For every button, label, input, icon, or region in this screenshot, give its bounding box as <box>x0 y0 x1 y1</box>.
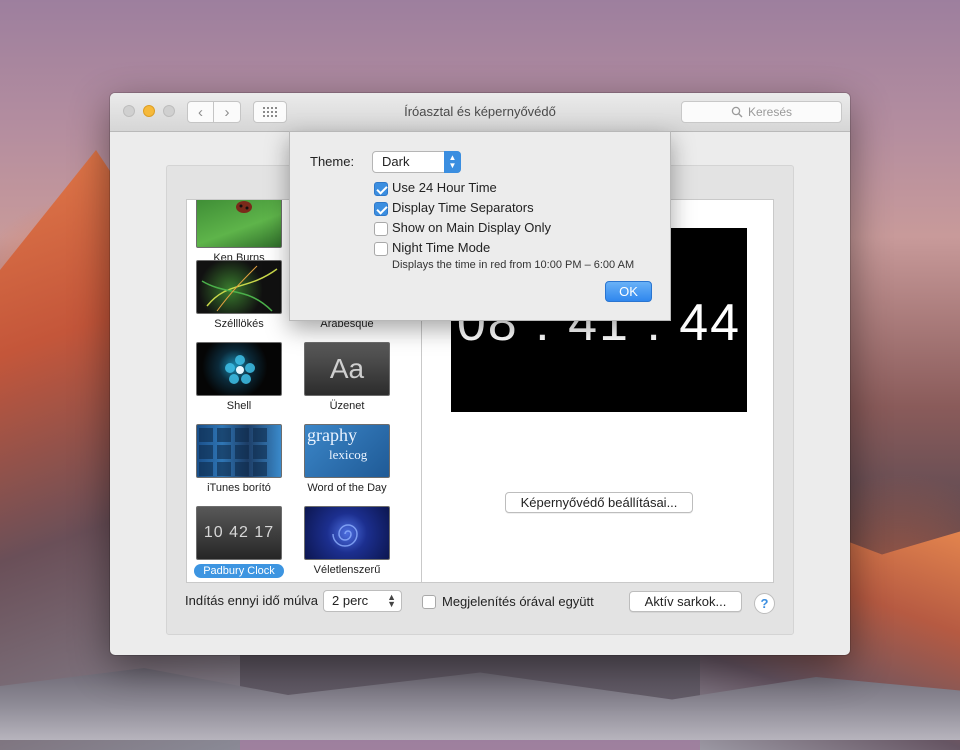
flurry-icon <box>201 265 278 312</box>
main-display-only-label: Show on Main Display Only <box>392 220 551 235</box>
time-separators-checkbox[interactable] <box>374 202 388 216</box>
saver-uzenet[interactable]: Aa Üzenet <box>299 342 395 412</box>
itunes-thumbnail <box>196 424 282 478</box>
search-field[interactable]: Keresés <box>681 101 842 123</box>
saver-label: iTunes borító <box>207 482 271 494</box>
saver-shell[interactable]: Shell <box>191 342 287 412</box>
ken-burns-thumbnail <box>196 200 282 248</box>
word-of-the-day-thumbnail: graphy lexicog <box>304 424 390 478</box>
use-24-hour-label: Use 24 Hour Time <box>392 180 497 195</box>
saver-label: Word of the Day <box>307 482 387 494</box>
saver-word-of-the-day[interactable]: graphy lexicog Word of the Day <box>299 424 395 494</box>
saver-itunes[interactable]: iTunes borító <box>191 424 287 494</box>
night-time-mode-label: Night Time Mode <box>392 240 491 255</box>
saver-padbury-clock[interactable]: 10 42 17 Padbury Clock <box>191 506 287 578</box>
saver-veletlenszeru[interactable]: Véletlenszerű <box>299 506 395 576</box>
padbury-thumbnail-time: 10 42 17 <box>203 524 275 541</box>
saver-label: Szélllökés <box>214 318 264 330</box>
saver-label: Üzenet <box>329 400 365 412</box>
search-icon <box>731 106 743 118</box>
ladybug-icon <box>236 201 252 213</box>
saver-ken-burns[interactable]: Ken Burns <box>191 200 287 264</box>
start-after-label: Indítás ennyi idő múlva <box>185 593 318 608</box>
theme-value: Dark <box>382 154 410 169</box>
random-thumbnail <box>304 506 390 560</box>
theme-label: Theme: <box>310 154 355 169</box>
saver-szellokes[interactable]: Szélllökés <box>191 260 287 330</box>
show-with-clock-checkbox[interactable] <box>422 595 436 609</box>
search-placeholder: Keresés <box>747 105 793 119</box>
screensaver-options-button[interactable]: Képernyővédő beállításai... <box>505 492 693 513</box>
szellokes-thumbnail <box>196 260 282 314</box>
album-grid-icon <box>199 428 267 476</box>
padbury-clock-thumbnail: 10 42 17 <box>196 506 282 560</box>
ok-button[interactable]: OK <box>605 281 652 302</box>
updown-arrows-icon: ▲ ▼ <box>444 151 461 173</box>
saver-label: Shell <box>226 400 252 412</box>
start-after-value: 2 perc <box>332 593 369 608</box>
updown-arrows-icon: ▲ ▼ <box>387 592 396 609</box>
uzenet-thumbnail: Aa <box>304 342 390 396</box>
help-button[interactable]: ? <box>754 593 775 614</box>
time-separators-label: Display Time Separators <box>392 200 534 215</box>
theme-select[interactable]: Dark ▲ ▼ <box>372 151 461 173</box>
main-display-only-checkbox[interactable] <box>374 222 388 236</box>
swirl-icon <box>332 524 358 547</box>
saver-label: Véletlenszerű <box>313 564 381 576</box>
night-mode-note: Displays the time in red from 10:00 PM –… <box>392 259 635 271</box>
shell-icon <box>225 355 255 384</box>
night-time-mode-checkbox[interactable] <box>374 242 388 256</box>
wotd-thumbnail-word2: lexicog <box>329 447 368 462</box>
clock-options-sheet: Theme: Dark ▲ ▼ Use 24 Hour Time Display … <box>289 131 671 321</box>
use-24-hour-checkbox[interactable] <box>374 182 388 196</box>
title-bar: ‹ › Íróasztal és képernyővédő Keresés <box>110 93 850 132</box>
saver-label-selected: Padbury Clock <box>194 564 284 578</box>
shell-thumbnail <box>196 342 282 396</box>
uzenet-thumbnail-text: Aa <box>329 353 365 384</box>
start-after-select[interactable]: 2 perc ▲ ▼ <box>323 590 402 612</box>
wotd-thumbnail-word1: graphy <box>307 425 357 445</box>
show-with-clock-label: Megjelenítés órával együtt <box>442 594 594 609</box>
active-corners-button[interactable]: Aktív sarkok... <box>629 591 742 612</box>
